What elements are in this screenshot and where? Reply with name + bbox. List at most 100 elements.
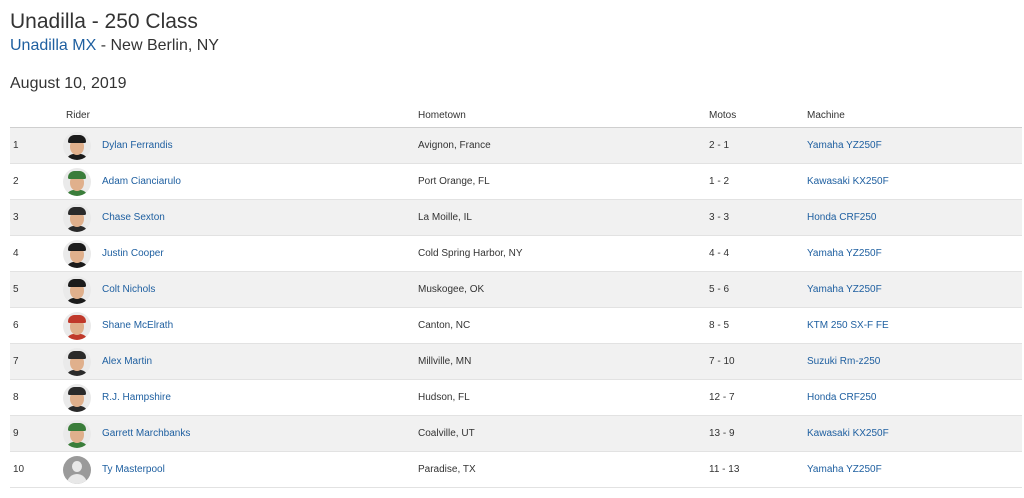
- machine-link[interactable]: Honda CRF250: [807, 212, 876, 223]
- motos-cell: 8 - 5: [709, 307, 807, 344]
- header-hometown: Hometown: [418, 104, 709, 128]
- machine-cell: Kawasaki KX250F: [807, 163, 1022, 200]
- rider-cell: Dylan Ferrandis: [63, 127, 418, 164]
- hometown-cell: Cold Spring Harbor, NY: [418, 235, 709, 272]
- position-cell: 5: [10, 271, 63, 308]
- position-value: 3: [13, 212, 19, 223]
- motos-cell: 4 - 4: [709, 235, 807, 272]
- position-cell: 4: [10, 235, 63, 272]
- hometown-cell: Muskogee, OK: [418, 271, 709, 308]
- position-cell: 6: [10, 307, 63, 344]
- position-value: 8: [13, 392, 19, 403]
- machine-cell: Yamaha YZ250F: [807, 451, 1022, 488]
- rider-cell: Chase Sexton: [63, 199, 418, 236]
- position-cell: 7: [10, 343, 63, 380]
- machine-cell: Kawasaki KX250F: [807, 415, 1022, 452]
- table-row: 8 R.J. Hampshire Hudson, FL 12 - 7 Honda…: [10, 379, 1022, 416]
- hometown-cell: La Moille, IL: [418, 199, 709, 236]
- hometown-cell: Coalville, UT: [418, 415, 709, 452]
- machine-cell: Honda CRF250: [807, 199, 1022, 236]
- event-date: August 10, 2019: [10, 75, 127, 92]
- header-rider-label: Rider: [66, 110, 90, 121]
- table-row: 7 Alex Martin Millville, MN 7 - 10 Suzuk…: [10, 343, 1022, 380]
- table-row: 9 Garrett Marchbanks Coalville, UT 13 - …: [10, 415, 1022, 452]
- machine-cell: Yamaha YZ250F: [807, 235, 1022, 272]
- results-table: Rider Hometown Motos Machine 1 Dylan Fer…: [10, 104, 1022, 488]
- machine-cell: Yamaha YZ250F: [807, 271, 1022, 308]
- rider-cell: Alex Martin: [63, 343, 418, 380]
- rider-link[interactable]: Garrett Marchbanks: [102, 428, 190, 439]
- machine-link[interactable]: Kawasaki KX250F: [807, 428, 889, 439]
- table-row: 1 Dylan Ferrandis Avignon, France 2 - 1 …: [10, 127, 1022, 164]
- hometown-cell: Port Orange, FL: [418, 163, 709, 200]
- rider-link[interactable]: Chase Sexton: [102, 212, 165, 223]
- hometown-cell: Paradise, TX: [418, 451, 709, 488]
- hometown-cell: Millville, MN: [418, 343, 709, 380]
- rider-cell: Garrett Marchbanks: [63, 415, 418, 452]
- machine-link[interactable]: Yamaha YZ250F: [807, 248, 882, 259]
- motos-cell: 12 - 7: [709, 379, 807, 416]
- rider-link[interactable]: Dylan Ferrandis: [102, 140, 173, 151]
- header-position: [10, 104, 63, 128]
- rider-avatar: [63, 347, 91, 376]
- rider-cell: Colt Nichols: [63, 271, 418, 308]
- machine-cell: KTM 250 SX-F FE: [807, 307, 1022, 344]
- event-location: - New Berlin, NY: [96, 37, 219, 54]
- position-cell: 8: [10, 379, 63, 416]
- hometown-cell: Hudson, FL: [418, 379, 709, 416]
- motos-cell: 7 - 10: [709, 343, 807, 380]
- table-row: 6 Shane McElrath Canton, NC 8 - 5 KTM 25…: [10, 307, 1022, 344]
- position-value: 6: [13, 320, 19, 331]
- motos-cell: 1 - 2: [709, 163, 807, 200]
- rider-link[interactable]: R.J. Hampshire: [102, 392, 171, 403]
- motos-cell: 5 - 6: [709, 271, 807, 308]
- table-row: 10 Ty Masterpool Paradise, TX 11 - 13 Ya…: [10, 451, 1022, 488]
- motos-cell: 11 - 13: [709, 451, 807, 488]
- header-rider: Rider: [63, 104, 418, 128]
- machine-link[interactable]: Honda CRF250: [807, 392, 876, 403]
- header-machine: Machine: [807, 104, 1022, 128]
- rider-link[interactable]: Adam Cianciarulo: [102, 176, 181, 187]
- rider-avatar: [63, 167, 91, 196]
- rider-cell: Ty Masterpool: [63, 451, 418, 488]
- page-title: Unadilla - 250 Class: [10, 10, 198, 33]
- machine-link[interactable]: Yamaha YZ250F: [807, 140, 882, 151]
- rider-link[interactable]: Shane McElrath: [102, 320, 173, 331]
- table-row: 5 Colt Nichols Muskogee, OK 5 - 6 Yamaha…: [10, 271, 1022, 308]
- rider-link[interactable]: Alex Martin: [102, 356, 152, 367]
- event-subtitle: Unadilla MX - New Berlin, NY: [10, 36, 1014, 56]
- header-motos: Motos: [709, 104, 807, 128]
- table-header-row: Rider Hometown Motos Machine: [10, 104, 1022, 128]
- rider-link[interactable]: Ty Masterpool: [102, 464, 165, 475]
- rider-avatar: [63, 131, 91, 160]
- position-value: 2: [13, 176, 19, 187]
- motos-cell: 13 - 9: [709, 415, 807, 452]
- rider-avatar: [63, 419, 91, 448]
- rider-link[interactable]: Justin Cooper: [102, 248, 164, 259]
- machine-link[interactable]: KTM 250 SX-F FE: [807, 320, 889, 331]
- hometown-cell: Avignon, France: [418, 127, 709, 164]
- rider-avatar: [63, 311, 91, 340]
- position-value: 4: [13, 248, 19, 259]
- rider-avatar: [63, 239, 91, 268]
- machine-cell: Suzuki Rm-z250: [807, 343, 1022, 380]
- motos-cell: 3 - 3: [709, 199, 807, 236]
- position-cell: 3: [10, 199, 63, 236]
- position-value: 9: [13, 428, 19, 439]
- machine-link[interactable]: Yamaha YZ250F: [807, 464, 882, 475]
- table-row: 4 Justin Cooper Cold Spring Harbor, NY 4…: [10, 235, 1022, 272]
- rider-avatar: [63, 275, 91, 304]
- position-value: 5: [13, 284, 19, 295]
- hometown-cell: Canton, NC: [418, 307, 709, 344]
- machine-link[interactable]: Suzuki Rm-z250: [807, 356, 880, 367]
- position-cell: 2: [10, 163, 63, 200]
- track-link[interactable]: Unadilla MX: [10, 37, 96, 54]
- machine-link[interactable]: Kawasaki KX250F: [807, 176, 889, 187]
- position-value: 1: [13, 140, 19, 151]
- rider-link[interactable]: Colt Nichols: [102, 284, 155, 295]
- rider-avatar: [63, 383, 91, 412]
- position-cell: 1: [10, 127, 63, 164]
- motos-cell: 2 - 1: [709, 127, 807, 164]
- machine-link[interactable]: Yamaha YZ250F: [807, 284, 882, 295]
- machine-cell: Yamaha YZ250F: [807, 127, 1022, 164]
